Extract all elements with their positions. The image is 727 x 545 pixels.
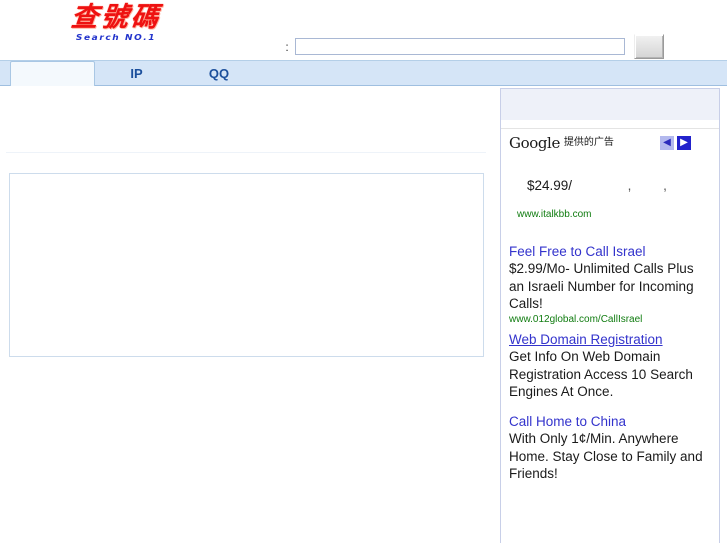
ad-url[interactable]: www.012global.com/CallIsrael [509, 313, 711, 326]
google-logo: Google [509, 133, 560, 152]
ad-list: $24.99/ , , www.italkbb.com Feel Free to… [501, 177, 719, 483]
page-header: 查號碼 Search NO.1 : [0, 0, 727, 60]
site-logo[interactable]: 查號碼 Search NO.1 [56, 2, 176, 43]
ad-title-link[interactable]: Call Home to China [509, 413, 711, 431]
ad-item: Call Home to China With Only 1¢/Min. Any… [509, 413, 711, 483]
ad-item: Feel Free to Call Israel $2.99/Mo- Unlim… [509, 243, 711, 326]
ad-unrendered-text: , , [627, 178, 681, 193]
ad-description: $2.99/Mo- Unlimited Calls Plus an Israel… [509, 261, 694, 311]
tab-home[interactable] [10, 61, 95, 88]
main-top-spacer [0, 86, 492, 152]
next-arrow-icon[interactable]: ▶ [677, 136, 691, 150]
main-content-column [0, 86, 492, 543]
search-submit-button[interactable] [634, 34, 664, 59]
tab-ip[interactable]: IP [95, 61, 178, 85]
ad-description: With Only 1¢/Min. Anywhere Home. Stay Cl… [509, 431, 703, 481]
ad-item: $24.99/ , , www.italkbb.com [509, 177, 711, 221]
ads-by-label: 提供的广告 [563, 137, 614, 148]
search-bar: : [283, 34, 664, 59]
result-panel [9, 173, 484, 357]
logo-chinese-text: 查號碼 [69, 2, 163, 33]
ad-title-link[interactable]: Web Domain Registration [509, 331, 711, 349]
tab-ip-label: IP [130, 65, 143, 81]
tab-qq-label: QQ [208, 65, 230, 81]
ad-description: Get Info On Web Domain Registration Acce… [509, 349, 693, 399]
prev-arrow-icon[interactable]: ◀ [660, 136, 674, 150]
ad-url[interactable]: www.italkbb.com [517, 208, 711, 221]
ad-brand-row: Google 提供的广告 ◀ ▶ [501, 128, 719, 157]
ad-sidebar-header [501, 89, 719, 121]
ad-title-link[interactable]: Feel Free to Call Israel [509, 243, 711, 261]
tab-qq[interactable]: QQ [178, 61, 260, 85]
ad-item: Web Domain Registration Get Info On Web … [509, 331, 711, 401]
ad-nav: ◀ ▶ [660, 136, 713, 150]
tab-bar: IP QQ [0, 60, 727, 88]
logo-tagline: Search NO.1 [75, 33, 157, 43]
ad-sidebar: Google 提供的广告 ◀ ▶ $24.99/ , , www.italkbb… [500, 88, 720, 543]
search-label: : [285, 39, 289, 54]
ad-price: $24.99/ [527, 178, 573, 193]
search-input[interactable] [295, 38, 625, 55]
page-body: Google 提供的广告 ◀ ▶ $24.99/ , , www.italkbb… [0, 86, 727, 543]
content-divider [6, 152, 486, 153]
